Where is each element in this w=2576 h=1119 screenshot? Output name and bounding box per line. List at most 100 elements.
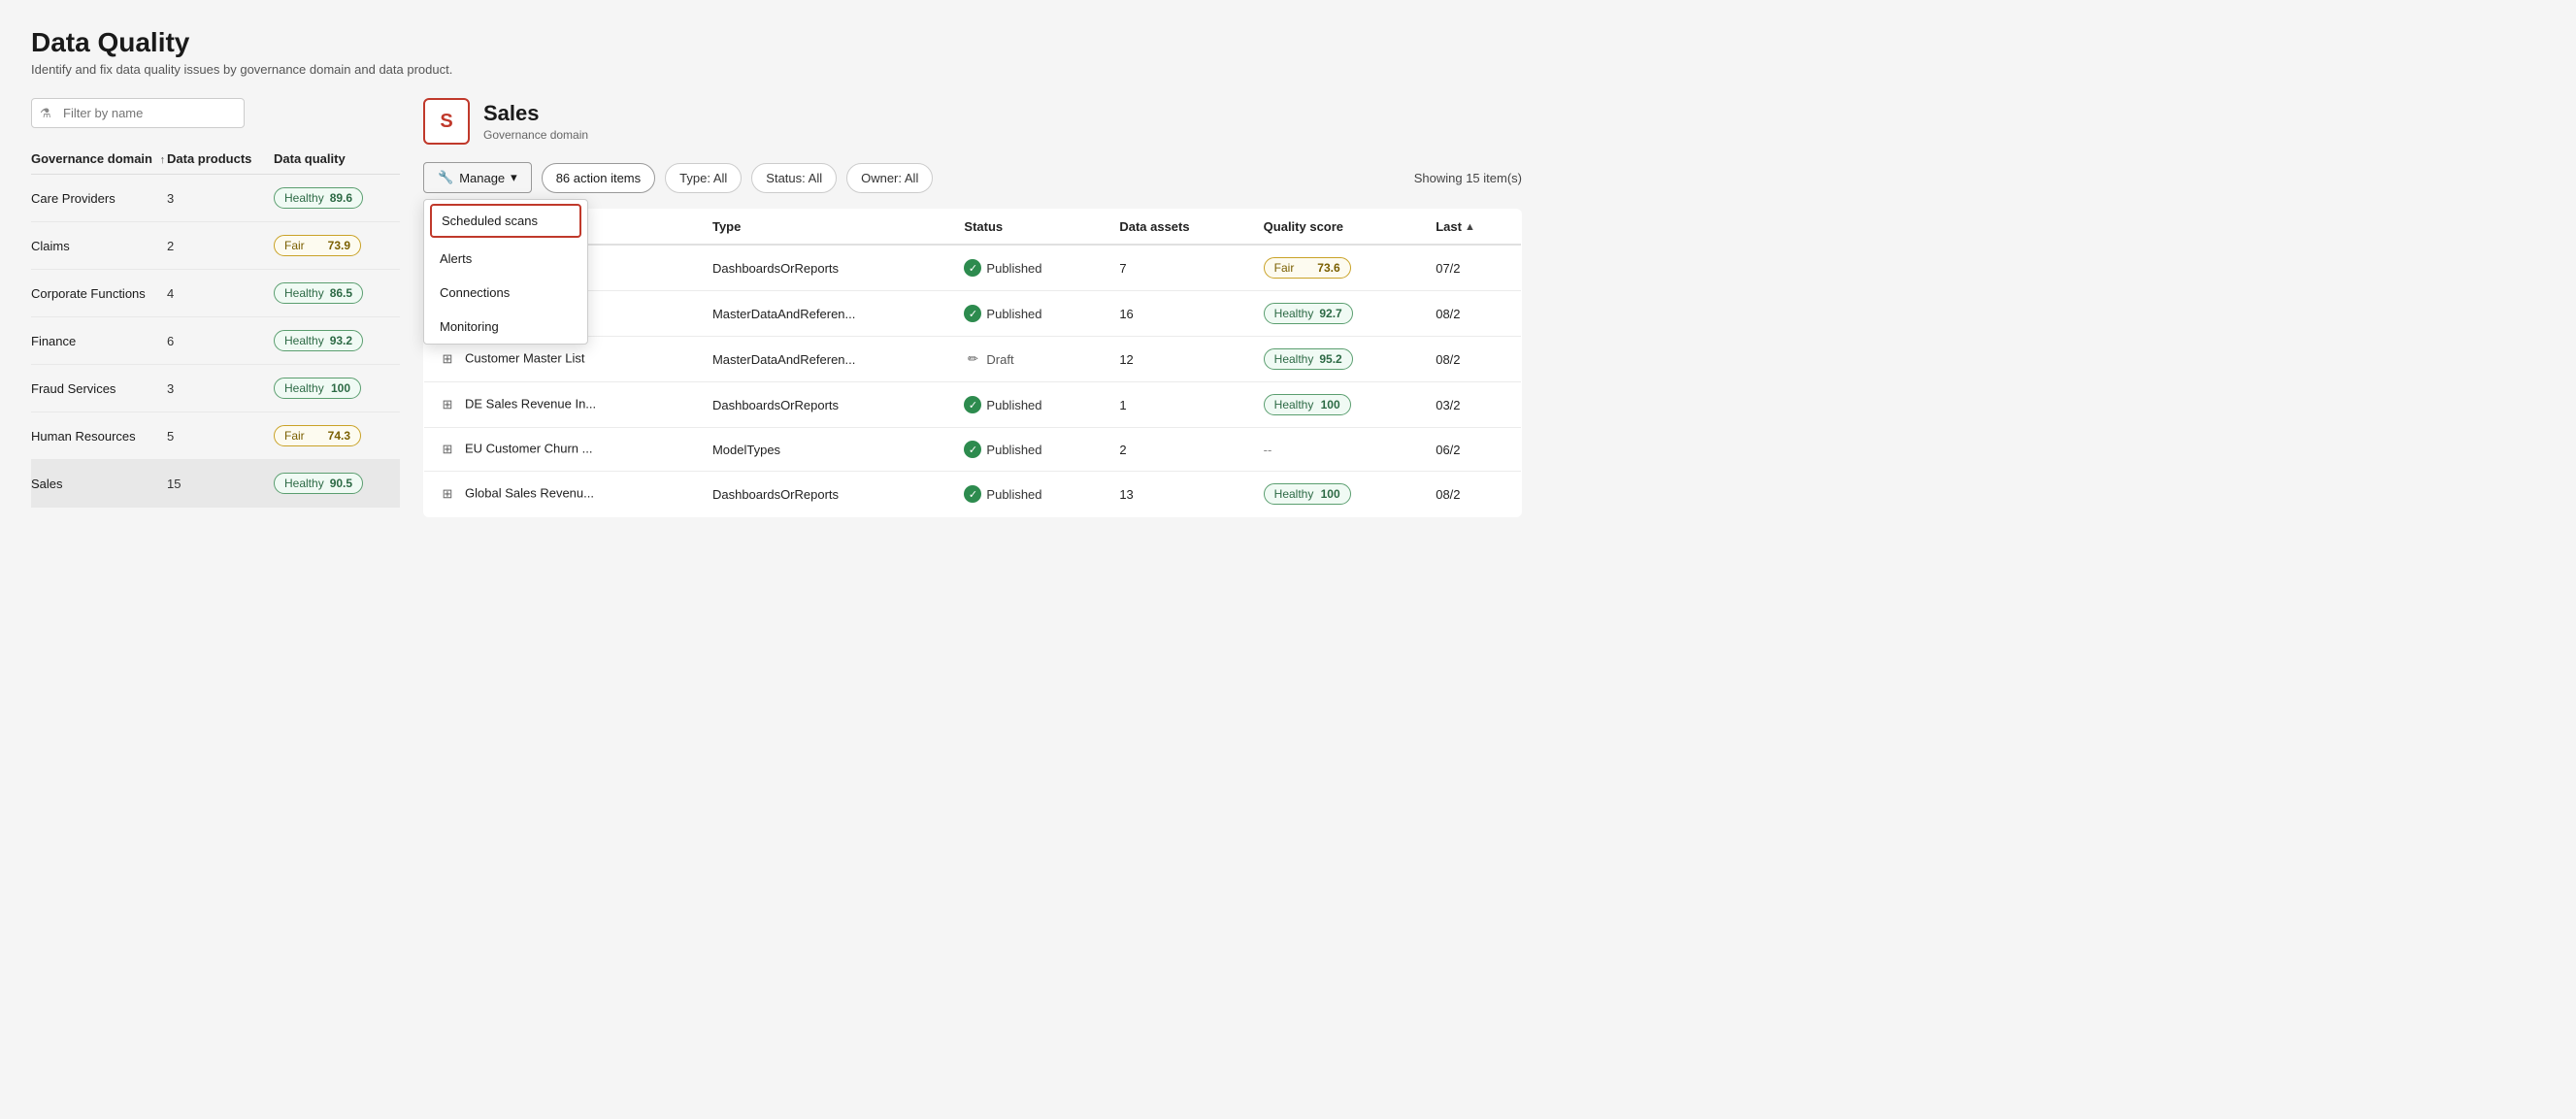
domain-row[interactable]: Human Resources 5 Fair 74.3 [31,412,400,460]
badge-label: Healthy [284,191,324,205]
left-panel: ⚗ Governance domain ↑ Data products Data… [31,98,400,517]
badge-label: Healthy [1274,487,1314,501]
th-type: Type [699,210,950,246]
action-items-button[interactable]: 86 action items [542,163,655,193]
td-status: ✏ Draft [950,337,1106,382]
domain-row[interactable]: Fraud Services 3 Healthy 100 [31,365,400,412]
domain-row-quality: Healthy 100 [274,378,400,399]
filter-input[interactable] [31,98,245,128]
td-type: DashboardsOrReports [699,382,950,428]
table-header-row: Type Status Data assets Quality score La… [424,210,1522,246]
type-filter-button[interactable]: Type: All [665,163,742,193]
td-quality: Healthy95.2 [1250,337,1423,382]
filter-wrap: ⚗ [31,98,400,128]
badge-score: 95.2 [1319,352,1341,366]
table-row[interactable]: ⊞ MasterDataAndReferen... ✓ Published 16… [424,291,1522,337]
td-status: ✓ Published [950,428,1106,472]
domain-row-name: Corporate Functions [31,286,167,301]
badge-score: 73.6 [1317,261,1339,275]
status-published: ✓ Published [964,305,1041,322]
right-panel: S Sales Governance domain 🔧 Manage ▾ Sch… [423,98,1522,517]
td-type: DashboardsOrReports [699,245,950,291]
td-last: 08/2 [1422,337,1521,382]
th-quality: Quality score [1250,210,1423,246]
td-status: ✓ Published [950,291,1106,337]
sort-arrow-icon: ↑ [160,154,166,166]
td-quality: Healthy92.7 [1250,291,1423,337]
check-circle-icon: ✓ [964,396,981,413]
td-last: 06/2 [1422,428,1521,472]
dropdown-item[interactable]: Alerts [424,242,587,276]
badge-label: Healthy [284,334,324,347]
domain-row-quality: Healthy 86.5 [274,282,400,304]
badge-score: 100 [331,381,350,395]
product-icon: ⊞ [438,484,457,504]
badge-score: 89.6 [330,191,352,205]
product-icon: ⊞ [438,440,457,459]
status-published: ✓ Published [964,441,1041,458]
status-draft: ✏ Draft [964,350,1013,368]
td-last: 08/2 [1422,291,1521,337]
badge-score: 93.2 [330,334,352,347]
status-filter-button[interactable]: Status: All [751,163,837,193]
status-filter-label: Status: All [766,171,822,185]
manage-button[interactable]: 🔧 Manage ▾ [423,162,532,193]
badge-label: Healthy [1274,307,1314,320]
check-circle-icon: ✓ [964,441,981,458]
badge-score: 100 [1321,487,1340,501]
status-published: ✓ Published [964,259,1041,277]
table-row[interactable]: ⊞DE Sales Revenue In... DashboardsOrRepo… [424,382,1522,428]
badge-label: Healthy [284,477,324,490]
domain-row-products: 3 [167,191,274,206]
badge-label: Healthy [284,381,324,395]
domain-header: S Sales Governance domain [423,98,1522,145]
table-row[interactable]: ⊞Customer Master List MasterDataAndRefer… [424,337,1522,382]
td-type: ModelTypes [699,428,950,472]
td-quality: Healthy 100 [1250,472,1423,517]
td-assets: 13 [1106,472,1249,517]
data-table-body: ⊞ DashboardsOrReports ✓ Published 7 Fair… [424,245,1522,517]
left-table-header: Governance domain ↑ Data products Data q… [31,144,400,175]
badge-score: 90.5 [330,477,352,490]
product-icon: ⊞ [438,349,457,369]
domain-row-quality: Healthy 89.6 [274,187,400,209]
dropdown-item[interactable]: Connections [424,276,587,310]
badge-score: 100 [1321,398,1340,411]
toolbar: 🔧 Manage ▾ Scheduled scansAlertsConnecti… [423,162,1522,193]
domain-row-products: 6 [167,334,274,348]
domain-row[interactable]: Care Providers 3 Healthy 89.6 [31,175,400,222]
domain-row[interactable]: Sales 15 Healthy 90.5 [31,460,400,508]
table-row[interactable]: ⊞EU Customer Churn ... ModelTypes ✓ Publ… [424,428,1522,472]
showing-count: Showing 15 item(s) [1414,171,1522,185]
manage-label: Manage [459,171,505,185]
badge-score: 74.3 [328,429,350,443]
td-assets: 7 [1106,245,1249,291]
manage-dropdown-menu: Scheduled scans AlertsConnectionsMonitori… [423,199,588,345]
table-row[interactable]: ⊞ DashboardsOrReports ✓ Published 7 Fair… [424,245,1522,291]
domain-row-name: Human Resources [31,429,167,444]
domain-row[interactable]: Claims 2 Fair 73.9 [31,222,400,270]
col-domain-header: Governance domain ↑ [31,151,167,166]
domain-row-name: Claims [31,239,167,253]
owner-filter-button[interactable]: Owner: All [846,163,933,193]
dropdown-item[interactable]: Scheduled scans [430,204,581,238]
domain-row[interactable]: Finance 6 Healthy 93.2 [31,317,400,365]
table-row[interactable]: ⊞Global Sales Revenu... DashboardsOrRepo… [424,472,1522,517]
domain-row-products: 15 [167,477,274,491]
dropdown-item[interactable]: Monitoring [424,310,587,344]
dropdown-items: Scheduled scans AlertsConnectionsMonitori… [424,204,587,344]
badge-label: Healthy [1274,398,1314,411]
td-type: MasterDataAndReferen... [699,337,950,382]
badge-label: Fair [284,429,305,443]
td-assets: 1 [1106,382,1249,428]
domain-row-name: Fraud Services [31,381,167,396]
th-status: Status [950,210,1106,246]
col-products-header: Data products [167,151,274,166]
badge-label: Fair [284,239,305,252]
domain-row[interactable]: Corporate Functions 4 Healthy 86.5 [31,270,400,317]
td-quality: -- [1250,428,1423,472]
badge-score: 86.5 [330,286,352,300]
check-circle-icon: ✓ [964,305,981,322]
wrench-icon: 🔧 [438,170,453,185]
domain-title-wrap: Sales Governance domain [483,101,588,142]
